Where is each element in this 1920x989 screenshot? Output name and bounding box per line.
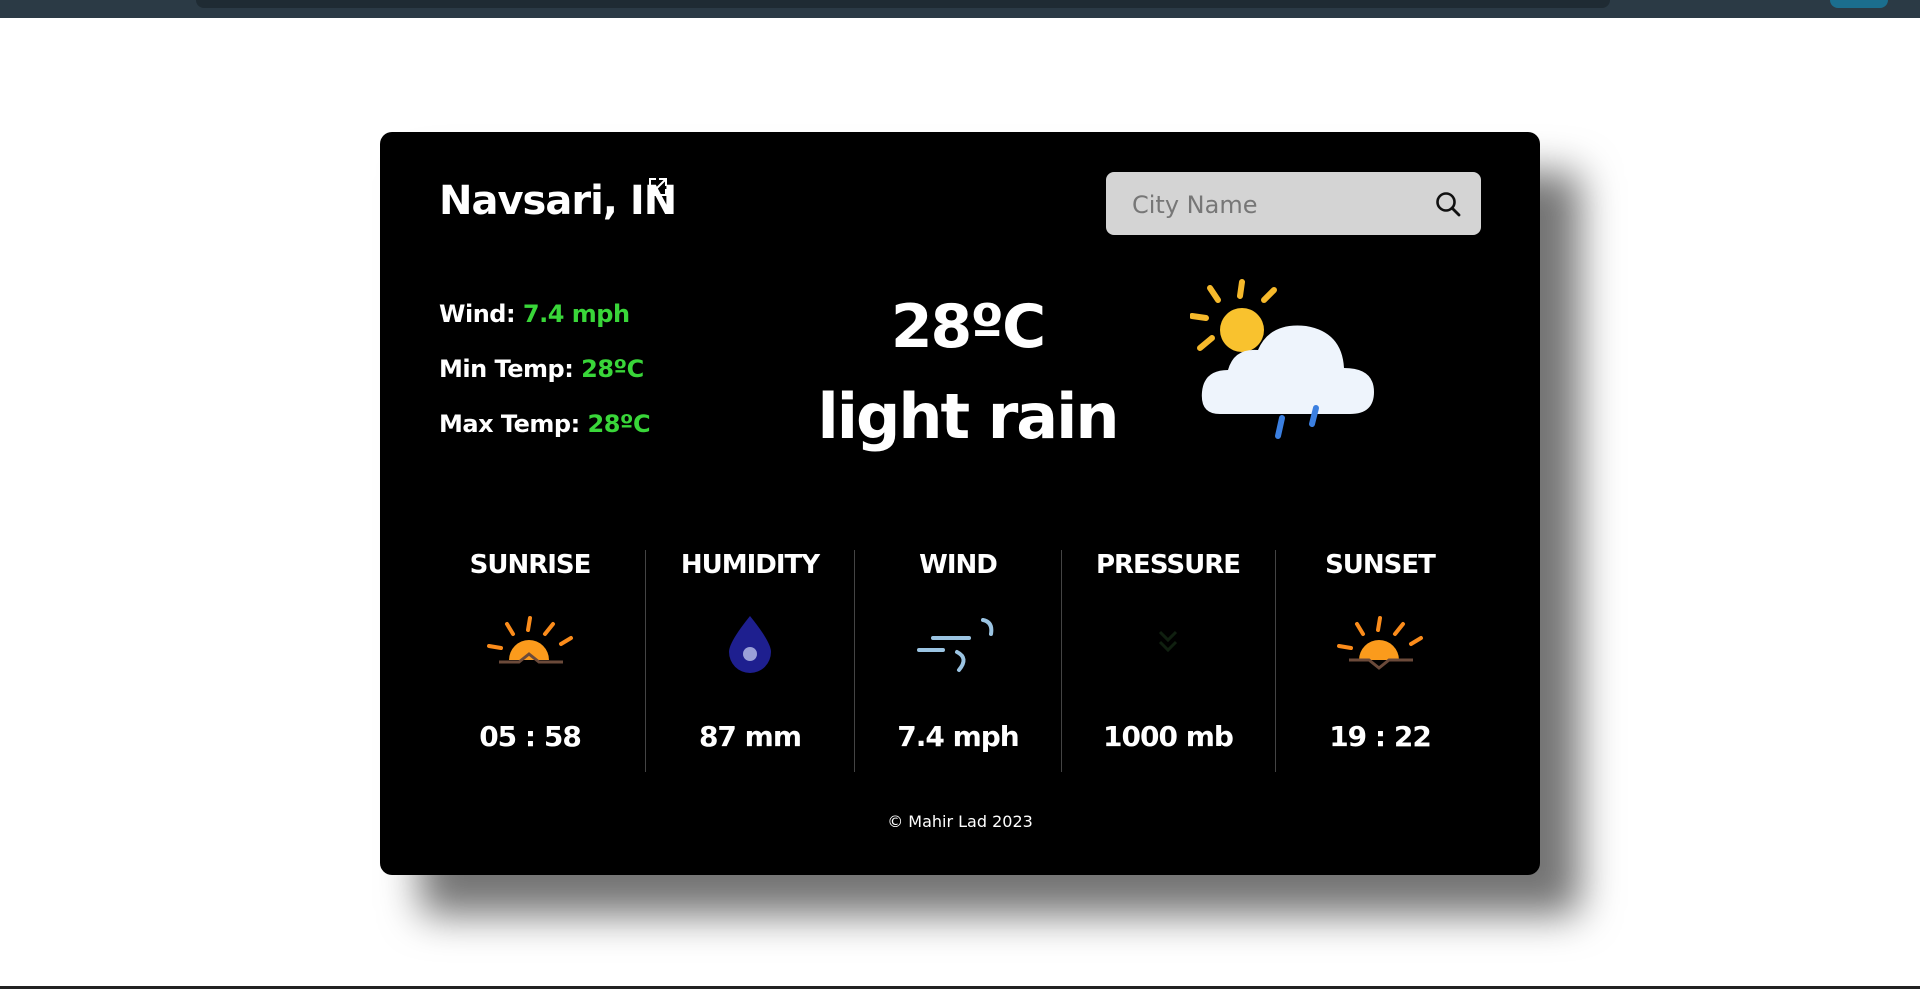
humidity-label: HUMIDITY: [680, 550, 820, 580]
max-temp-value: 28ºC: [587, 410, 651, 438]
metric-divider: [1275, 550, 1276, 772]
metric-divider: [1061, 550, 1062, 772]
wind-icon: [917, 618, 994, 672]
partly-cloudy-rain-icon: [1190, 279, 1374, 439]
sunrise-icon: [487, 616, 573, 664]
address-bar[interactable]: [196, 0, 1610, 8]
sunrise-value: 05 : 58: [479, 720, 582, 753]
search-icon[interactable]: [1434, 190, 1462, 218]
pressure-icon: [1158, 630, 1178, 653]
footer-copyright: © Mahir Lad 2023: [887, 812, 1033, 831]
sunset-icon: [1337, 616, 1423, 670]
profile-avatar[interactable]: [1830, 0, 1888, 8]
sunrise-label: SUNRISE: [469, 550, 592, 580]
metric-divider: [645, 550, 646, 772]
pressure-value: 1000 mb: [1103, 720, 1234, 753]
humidity-value: 87 mm: [698, 720, 802, 753]
city-search-input[interactable]: [1130, 172, 1434, 237]
wind-stat: Wind: 7.4 mph: [439, 300, 630, 328]
weather-description: light rain: [817, 380, 1119, 453]
min-temp-value: 28ºC: [581, 355, 644, 383]
wind-label: WIND: [919, 550, 998, 580]
sunset-label: SUNSET: [1325, 550, 1436, 580]
sunset-value: 19 : 22: [1329, 720, 1432, 753]
min-temp-label: Min Temp:: [439, 355, 574, 383]
search-box: [1106, 172, 1481, 237]
metric-sunrise: SUNRISE 05 : 58: [435, 550, 625, 753]
water-drop-icon: [729, 616, 771, 673]
metric-humidity: HUMIDITY 87 mm: [650, 550, 850, 753]
wind-stat-label: Wind:: [439, 300, 516, 328]
wind-value: 7.4 mph: [897, 720, 1020, 753]
metric-divider: [854, 550, 855, 772]
metric-sunset: SUNSET 19 : 22: [1280, 550, 1480, 753]
max-temp-stat: Max Temp: 28ºC: [439, 410, 651, 438]
max-temp-label: Max Temp:: [439, 410, 580, 438]
pressure-label: PRESSURE: [1095, 550, 1241, 580]
external-link-icon[interactable]: [647, 176, 669, 198]
city-title: Navsari, IN: [439, 178, 677, 224]
metric-pressure: PRESSURE 1000 mb: [1068, 550, 1268, 753]
browser-toolbar: [0, 0, 1920, 18]
min-temp-stat: Min Temp: 28ºC: [439, 355, 644, 383]
current-temperature: 28ºC: [890, 292, 1046, 362]
metric-wind: WIND 7.4 mph: [858, 550, 1058, 753]
weather-card: Navsari, IN Wind: 7.4 mph Min Temp: 28ºC…: [380, 132, 1540, 875]
wind-stat-value: 7.4 mph: [522, 300, 630, 328]
